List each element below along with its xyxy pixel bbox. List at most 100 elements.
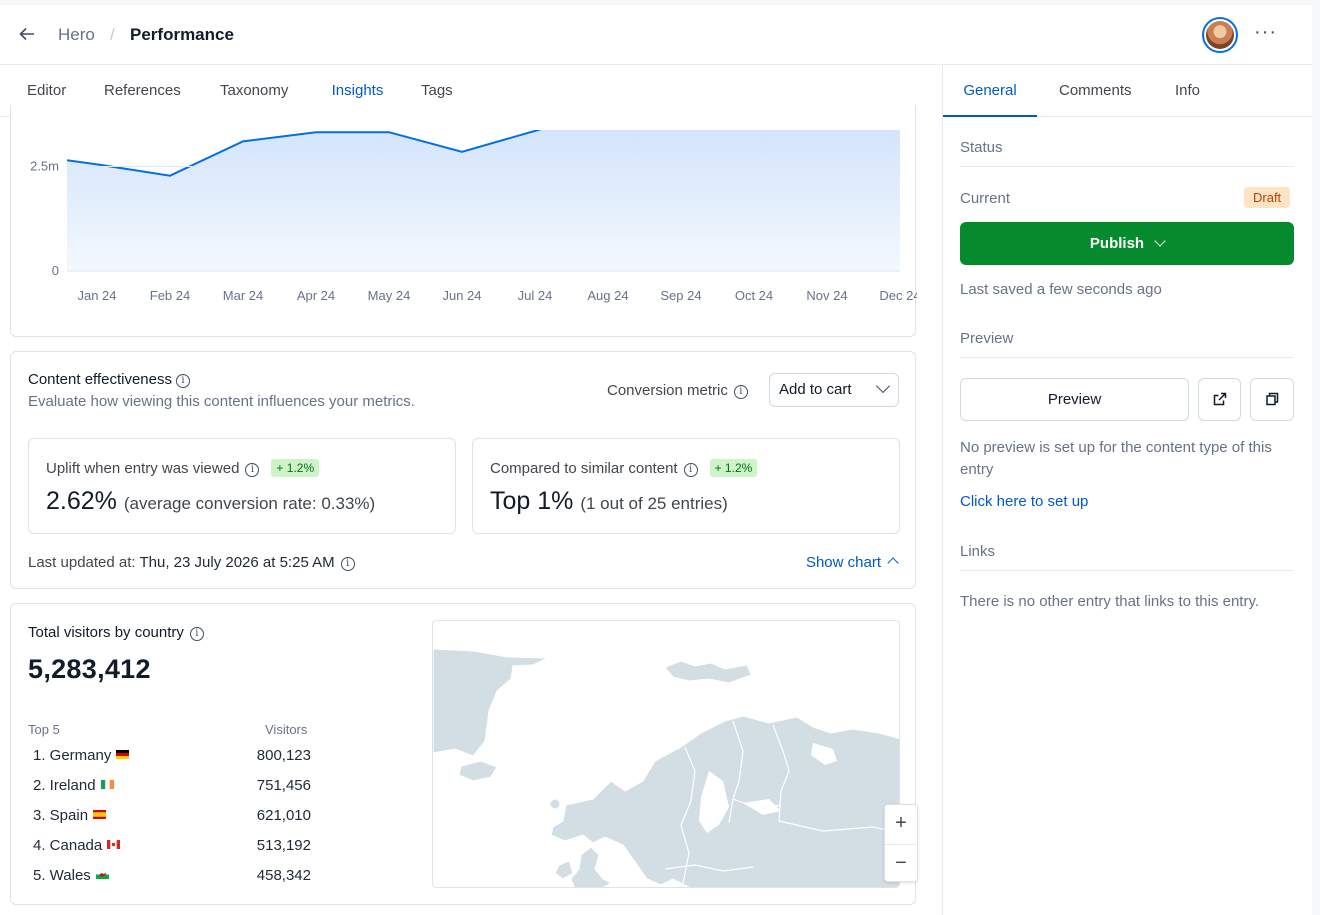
- setup-preview-link[interactable]: Click here to set up: [960, 493, 1088, 510]
- compared-value: Top 1%: [490, 487, 574, 515]
- country-visitors: 621,010: [256, 807, 311, 824]
- open-external-button[interactable]: [1198, 378, 1241, 421]
- country-name: 2. Ireland: [33, 777, 96, 794]
- y-tick-label: 0: [52, 263, 59, 278]
- conversion-metric-value: Add to cart: [779, 381, 852, 398]
- compared-label-row: Compared to similar content i + 1.2%: [490, 459, 758, 477]
- current-label: Current: [960, 190, 1011, 207]
- uplift-value: 2.62%: [46, 487, 117, 515]
- table-row: 5. Wales 458,342: [33, 867, 311, 897]
- conversion-metric-label: Conversion metric: [607, 382, 728, 399]
- uplift-label: Uplift when entry was viewed: [46, 460, 240, 477]
- zoom-out-button[interactable]: −: [885, 844, 917, 883]
- info-icon[interactable]: i: [340, 557, 355, 571]
- preview-note: No preview is set up for the content typ…: [960, 439, 1272, 478]
- visitors-chart: 0 2.5m Jan 24 Feb 24 Mar 24 Apr 24 May 24 Jun 2…: [30, 130, 917, 303]
- visitors-by-country-card: Total visitors by country i 5,283,412 Top…: [10, 603, 918, 905]
- conversion-metric-select[interactable]: Add to cart: [769, 373, 899, 407]
- x-tick-label: Nov 24: [806, 288, 847, 303]
- canada-flag-icon: [107, 840, 121, 849]
- status-heading: Status: [960, 139, 1294, 167]
- zoom-in-button[interactable]: +: [885, 805, 917, 844]
- ireland-flag-icon: [100, 780, 114, 789]
- last-updated-label: Last updated at:: [28, 554, 136, 571]
- uplift-sub: (average conversion rate: 0.33%): [123, 494, 376, 513]
- country-visitors: 800,123: [256, 747, 311, 764]
- preview-button[interactable]: Preview: [960, 378, 1189, 421]
- chevron-up-icon: [887, 557, 899, 569]
- visitors-map[interactable]: [432, 620, 900, 888]
- wales-flag-icon: [95, 870, 109, 879]
- x-tick-label: Oct 24: [735, 288, 773, 303]
- x-tick-label: Mar 24: [223, 288, 263, 303]
- table-row: 3. Spain 621,010: [33, 807, 311, 837]
- x-tick-label: Jan 24: [77, 288, 116, 303]
- copy-preview-button[interactable]: [1250, 378, 1294, 421]
- table-row: 1. Germany 800,123: [33, 747, 311, 777]
- x-tick-label: Aug 24: [587, 288, 628, 303]
- uplift-metric-box: Uplift when entry was viewed i + 1.2% 2.62…: [28, 438, 456, 534]
- publish-label: Publish: [1089, 235, 1145, 252]
- copy-icon: [1266, 392, 1279, 406]
- table-row: 2. Ireland 751,456: [33, 777, 311, 807]
- country-name: 5. Wales: [33, 867, 91, 884]
- app-frame: Hero / Performance ··· Editor References…: [0, 5, 1312, 915]
- links-heading: Links: [960, 543, 1294, 571]
- visitors-total: 5,283,412: [28, 654, 151, 684]
- compared-value-row: Top 1% (1 out of 25 entries): [490, 487, 728, 516]
- top-bar: Hero / Performance ···: [0, 5, 1312, 65]
- visitors-title-row: Total visitors by country i: [28, 624, 204, 641]
- publish-button[interactable]: Publish: [960, 222, 1294, 265]
- status-badge: Draft: [1244, 187, 1291, 208]
- x-tick-label: Jul 24: [518, 288, 553, 303]
- ellipsis-icon[interactable]: ···: [1254, 21, 1277, 44]
- last-saved-text: Last saved a few seconds ago: [960, 281, 1162, 298]
- x-tick-label: May 24: [368, 288, 411, 303]
- tab-info[interactable]: Info: [1175, 65, 1200, 117]
- external-link-icon: [1213, 392, 1226, 406]
- x-tick-label: Dec 24: [879, 288, 917, 303]
- compared-sub: (1 out of 25 entries): [580, 494, 728, 513]
- compared-label: Compared to similar content: [490, 460, 678, 477]
- country-visitors: 513,192: [256, 837, 311, 854]
- arrow-left-icon[interactable]: [16, 23, 38, 45]
- info-icon[interactable]: i: [245, 463, 260, 477]
- chevron-down-icon: [875, 378, 891, 394]
- column-header-visitors: Visitors: [265, 722, 308, 737]
- breadcrumb-separator: /: [110, 25, 115, 44]
- content-effectiveness-card: Content effectiveness i Evaluate how view…: [10, 351, 916, 589]
- page-title: Performance: [130, 25, 234, 44]
- country-name: 1. Germany: [33, 747, 112, 764]
- breadcrumb-parent[interactable]: Hero: [58, 25, 95, 45]
- preview-heading: Preview: [960, 330, 1294, 358]
- country-name: 3. Spain: [33, 807, 89, 824]
- effectiveness-title-row: Content effectiveness i: [28, 371, 190, 388]
- avatar[interactable]: [1202, 17, 1238, 53]
- compared-metric-box: Compared to similar content i + 1.2% Top 1…: [472, 438, 900, 534]
- conversion-metric-label-row: Conversion metric i: [607, 382, 748, 399]
- info-icon[interactable]: i: [683, 463, 698, 477]
- info-icon[interactable]: i: [733, 385, 748, 399]
- uplift-value-row: 2.62% (average conversion rate: 0.33%): [46, 487, 375, 516]
- germany-flag-icon: [116, 750, 130, 759]
- uplift-badge: + 1.2%: [271, 459, 320, 477]
- side-tabs: General Comments Info: [943, 65, 1312, 117]
- effectiveness-subtitle: Evaluate how viewing this content influe…: [28, 393, 415, 410]
- country-visitors: 458,342: [256, 867, 311, 884]
- tab-general[interactable]: General: [943, 65, 1037, 117]
- tab-comments[interactable]: Comments: [1059, 65, 1132, 117]
- compared-badge: + 1.2%: [709, 459, 758, 477]
- info-icon[interactable]: i: [175, 374, 190, 388]
- show-chart-label: Show chart: [805, 554, 881, 571]
- show-chart-button[interactable]: Show chart: [805, 554, 899, 571]
- europe-map: [433, 648, 899, 887]
- x-tick-label: Feb 24: [150, 288, 190, 303]
- x-tick-label: Jun 24: [442, 288, 481, 303]
- series-area: [67, 130, 900, 271]
- y-tick-label: 2.5m: [30, 158, 59, 173]
- spain-flag-icon: [93, 810, 107, 819]
- panel-divider: [942, 65, 943, 915]
- x-tick-label: Sep 24: [660, 288, 701, 303]
- table-row: 4. Canada 513,192: [33, 837, 311, 867]
- info-icon[interactable]: i: [189, 627, 204, 641]
